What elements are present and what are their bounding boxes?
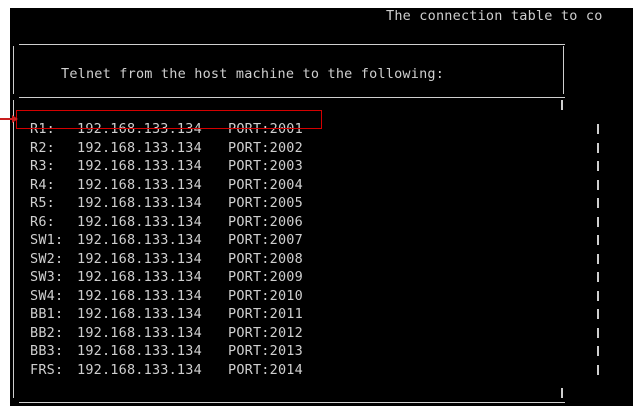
port-number: PORT:2008 [228,250,303,267]
header-text: The connection table to co [386,8,603,24]
row-edge-marker [597,327,599,338]
row-edge-marker [597,364,599,375]
pointer-arrowhead [12,115,18,123]
device-name: SW3: [30,269,64,285]
bottom-right-marker [561,388,563,398]
row-edge-marker [597,235,599,245]
device-name: R3: [30,158,55,174]
port-number: PORT:2007 [228,232,303,248]
title-box-right-border [563,46,564,94]
ip-address: 192.168.133.134 [77,269,202,285]
port-number: PORT:2004 [228,176,303,193]
row-edge-marker [597,272,599,282]
row-edge-marker [597,198,599,208]
device-name: SW4: [30,287,64,304]
right-marker [561,100,563,110]
port-number: PORT:2011 [228,306,303,322]
port-number: PORT:2003 [228,158,303,174]
ip-address: 192.168.133.134 [77,213,202,230]
ip-address: 192.168.133.134 [77,158,202,174]
row-edge-marker [597,309,599,319]
device-name: BB1: [30,306,64,322]
row-edge-marker [597,161,599,171]
device-name: BB3: [30,343,64,359]
box-title: Telnet from the host machine to the foll… [61,66,445,82]
port-number: PORT:2002 [228,139,303,156]
ip-address: 192.168.133.134 [77,343,202,359]
title-box-left-border [13,46,14,94]
device-name: R5: [30,195,55,211]
device-name: SW1: [30,232,64,248]
device-name: R6: [30,213,55,230]
port-number: PORT:2012 [228,324,303,341]
port-number: PORT:2005 [228,195,303,211]
screenshot: The connection table to co Telnet from t… [0,0,633,410]
row-edge-marker [597,179,599,190]
ip-address: 192.168.133.134 [77,232,202,248]
ip-address: 192.168.133.134 [77,195,202,211]
port-number: PORT:2009 [228,269,303,285]
row-edge-marker [597,124,599,134]
row-edge-marker [597,142,599,153]
row-edge-marker [597,253,599,264]
table-left-border [13,100,14,398]
terminal-window[interactable]: The connection table to co Telnet from t… [10,8,633,406]
highlight-box [16,110,322,129]
port-number: PORT:2013 [228,343,303,359]
device-name: BB2: [30,324,64,341]
ip-address: 192.168.133.134 [77,139,202,156]
port-number: PORT:2010 [228,287,303,304]
ip-address: 192.168.133.134 [77,324,202,341]
row-edge-marker [597,346,599,356]
title-box-bottom-border [19,97,565,98]
device-name: R4: [30,176,55,193]
ip-address: 192.168.133.134 [77,306,202,322]
ip-address: 192.168.133.134 [77,287,202,304]
title-box-top-border [19,44,565,45]
port-number: PORT:2006 [228,213,303,230]
ip-address: 192.168.133.134 [77,250,202,267]
row-edge-marker [597,216,599,227]
port-number: PORT:2014 [228,361,303,378]
row-edge-marker [597,290,599,301]
ip-address: 192.168.133.134 [77,176,202,193]
device-name: SW2: [30,250,64,267]
ip-address: 192.168.133.134 [77,361,202,378]
table-bottom-border [19,402,565,403]
device-name: R2: [30,139,55,156]
device-name: FRS: [30,361,64,378]
